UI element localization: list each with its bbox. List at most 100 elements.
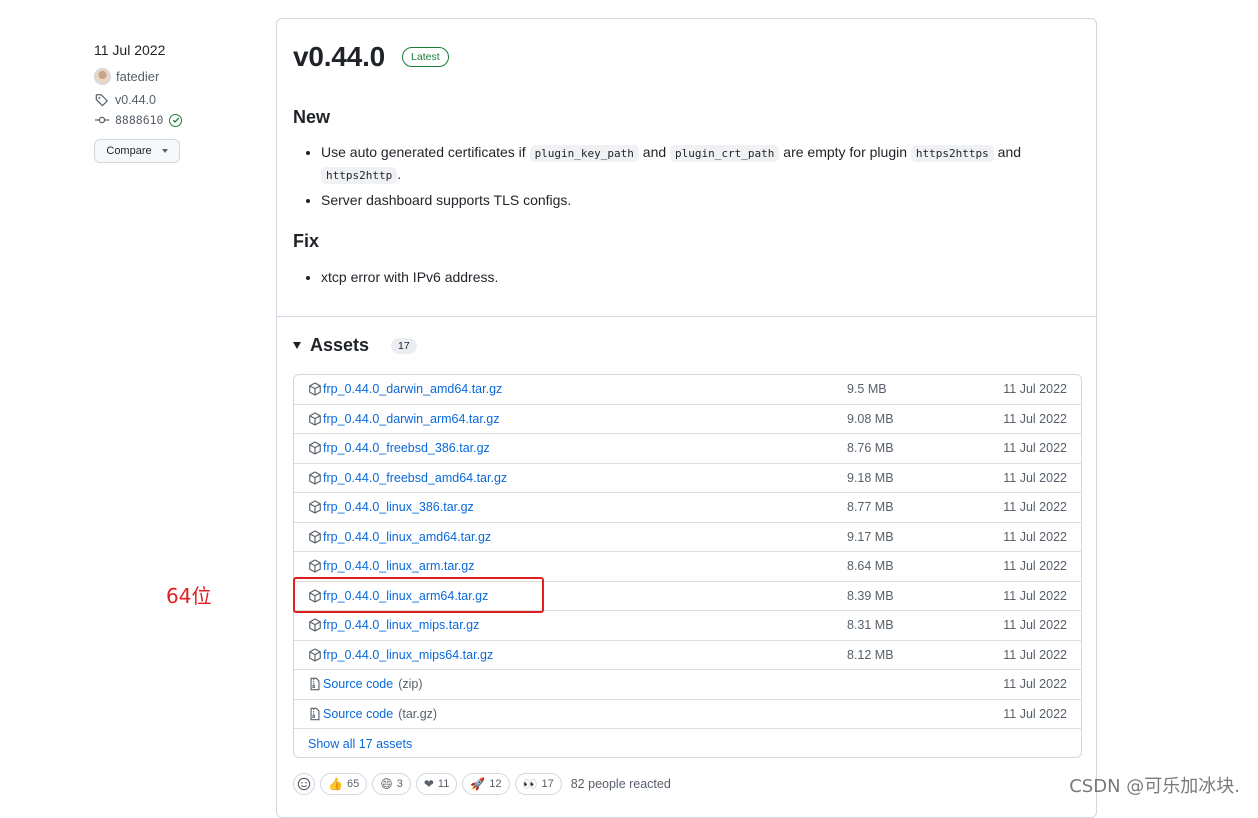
asset-size: 9.17 MB — [847, 529, 894, 544]
asset-link[interactable]: Source code (tar.gz) — [308, 707, 437, 721]
reaction-thumbs-up-button[interactable]: 👍 65 — [320, 773, 368, 795]
laugh-icon: 😄 — [380, 777, 393, 791]
asset-name: frp_0.44.0_darwin_arm64.tar.gz — [323, 411, 500, 426]
author-name[interactable]: fatedier — [116, 69, 159, 84]
divider — [277, 316, 1096, 317]
commit-row[interactable]: 8888610 — [94, 111, 264, 129]
item-text: . — [397, 166, 402, 182]
asset-size: 8.76 MB — [847, 441, 894, 456]
asset-link[interactable]: frp_0.44.0_freebsd_amd64.tar.gz — [308, 471, 507, 485]
reaction-count: 12 — [489, 778, 502, 790]
asset-size: 9.18 MB — [847, 470, 894, 485]
asset-link[interactable]: frp_0.44.0_linux_mips.tar.gz — [308, 618, 479, 632]
reaction-eyes-button[interactable]: 👀 17 — [514, 773, 562, 795]
release-card: v0.44.0 Latest New Use auto generated ce… — [276, 18, 1097, 818]
asset-name: frp_0.44.0_darwin_amd64.tar.gz — [323, 382, 503, 397]
asset-name: frp_0.44.0_linux_mips64.tar.gz — [323, 647, 494, 662]
commit-sha[interactable]: 8888610 — [115, 113, 163, 127]
asset-row: frp_0.44.0_linux_mips.tar.gz 8.31 MB 11 Ju… — [294, 611, 1081, 641]
asset-date: 11 Jul 2022 — [1003, 677, 1067, 692]
new-list: Use auto generated certificates if plugi… — [293, 142, 1101, 215]
asset-date: 11 Jul 2022 — [1003, 647, 1067, 662]
verified-check-icon[interactable] — [169, 113, 183, 127]
asset-size: 8.39 MB — [847, 588, 894, 603]
asset-size: 8.31 MB — [847, 618, 894, 633]
rocket-icon: 🚀 — [470, 777, 486, 791]
asset-date: 11 Jul 2022 — [1003, 588, 1067, 603]
asset-size: 8.77 MB — [847, 500, 894, 515]
compare-button[interactable]: Compare — [94, 139, 180, 163]
file-zip-icon — [308, 677, 322, 691]
package-icon — [308, 648, 322, 662]
package-icon — [308, 530, 322, 544]
package-icon — [308, 441, 322, 455]
inline-code: https2http — [321, 167, 398, 184]
asset-row: frp_0.44.0_freebsd_386.tar.gz 8.76 MB 11 J… — [294, 434, 1081, 464]
asset-date: 11 Jul 2022 — [1003, 500, 1067, 515]
reaction-count: 11 — [437, 778, 450, 790]
asset-row: frp_0.44.0_linux_amd64.tar.gz 9.17 MB 11 J… — [294, 523, 1081, 552]
fix-list: xtcp error with IPv6 address. — [293, 267, 1101, 292]
package-icon — [308, 618, 322, 632]
asset-name: frp_0.44.0_linux_arm.tar.gz — [323, 559, 475, 574]
reaction-rocket-button[interactable]: 🚀 12 — [462, 773, 510, 795]
release-title[interactable]: v0.44.0 — [293, 41, 385, 73]
author-row[interactable]: fatedier — [94, 67, 264, 85]
reaction-heart-button[interactable]: ❤ 11 — [415, 773, 458, 795]
asset-name: frp_0.44.0_linux_386.tar.gz — [323, 500, 474, 515]
asset-link[interactable]: frp_0.44.0_darwin_amd64.tar.gz — [308, 382, 502, 396]
asset-link[interactable]: Source code (zip) — [308, 677, 423, 691]
asset-date: 11 Jul 2022 — [1003, 441, 1067, 456]
asset-date: 11 Jul 2022 — [1003, 470, 1067, 485]
release-date: 11 Jul 2022 — [94, 42, 166, 58]
reaction-count: 65 — [346, 778, 360, 790]
package-icon — [308, 382, 322, 396]
package-icon — [308, 559, 322, 573]
asset-size: 9.5 MB — [847, 382, 887, 397]
asset-row: frp_0.44.0_linux_mips64.tar.gz 8.12 MB 11 … — [294, 641, 1081, 670]
asset-date: 11 Jul 2022 — [1003, 618, 1067, 633]
asset-date: 11 Jul 2022 — [1003, 529, 1067, 544]
asset-format: (tar.gz) — [398, 706, 438, 721]
package-icon — [308, 412, 322, 426]
item-text: Use auto generated certificates if — [321, 144, 530, 160]
asset-row: frp_0.44.0_linux_386.tar.gz 8.77 MB 11 Jul… — [294, 493, 1081, 523]
package-icon — [308, 500, 322, 514]
assets-title: Assets — [310, 335, 370, 355]
avatar[interactable] — [94, 67, 111, 85]
show-all-assets-link[interactable]: Show all 17 assets — [308, 737, 412, 751]
reaction-count: 17 — [541, 778, 554, 790]
inline-code: plugin_crt_path — [670, 145, 780, 162]
asset-date: 11 Jul 2022 — [1003, 411, 1067, 426]
asset-link[interactable]: frp_0.44.0_linux_arm.tar.gz — [308, 559, 474, 573]
tag-row[interactable]: v0.44.0 — [94, 91, 264, 109]
fix-heading: Fix — [293, 231, 320, 251]
release-header: v0.44.0 Latest — [293, 41, 449, 73]
asset-link[interactable]: frp_0.44.0_linux_mips64.tar.gz — [308, 648, 493, 662]
asset-link[interactable]: frp_0.44.0_darwin_arm64.tar.gz — [308, 412, 500, 426]
tag-label[interactable]: v0.44.0 — [115, 93, 156, 107]
triangle-down-icon — [293, 342, 301, 349]
annotation-label: 64位 — [166, 584, 212, 608]
asset-link[interactable]: frp_0.44.0_linux_amd64.tar.gz — [308, 530, 491, 544]
asset-link[interactable]: frp_0.44.0_freebsd_386.tar.gz — [308, 441, 490, 455]
watermark: CSDN @可乐加冰块. — [1069, 776, 1240, 797]
asset-size: 8.64 MB — [847, 559, 894, 574]
item-text: are empty for plugin — [779, 144, 911, 160]
asset-link[interactable]: frp_0.44.0_linux_386.tar.gz — [308, 500, 474, 514]
asset-row: Source code (tar.gz) 11 Jul 2022 — [294, 700, 1081, 729]
asset-name: Source code — [323, 677, 394, 692]
inline-code: plugin_key_path — [529, 145, 639, 162]
asset-row: frp_0.44.0_freebsd_amd64.tar.gz 9.18 MB 11… — [294, 464, 1081, 493]
asset-row: frp_0.44.0_darwin_arm64.tar.gz 9.08 MB 11 … — [294, 405, 1081, 434]
assets-toggle[interactable]: Assets 17 — [293, 335, 417, 356]
assets-list: frp_0.44.0_darwin_amd64.tar.gz 9.5 MB 11 J… — [293, 374, 1082, 758]
item-text: and — [993, 144, 1022, 160]
inline-code: https2https — [910, 145, 994, 162]
add-reaction-button[interactable] — [293, 773, 315, 795]
assets-count-badge: 17 — [391, 337, 417, 354]
asset-row: frp_0.44.0_darwin_amd64.tar.gz 9.5 MB 11 J… — [294, 375, 1081, 405]
tag-icon — [94, 92, 110, 108]
reaction-laugh-button[interactable]: 😄 3 — [372, 773, 411, 795]
list-item: Server dashboard supports TLS configs. — [321, 190, 1101, 211]
